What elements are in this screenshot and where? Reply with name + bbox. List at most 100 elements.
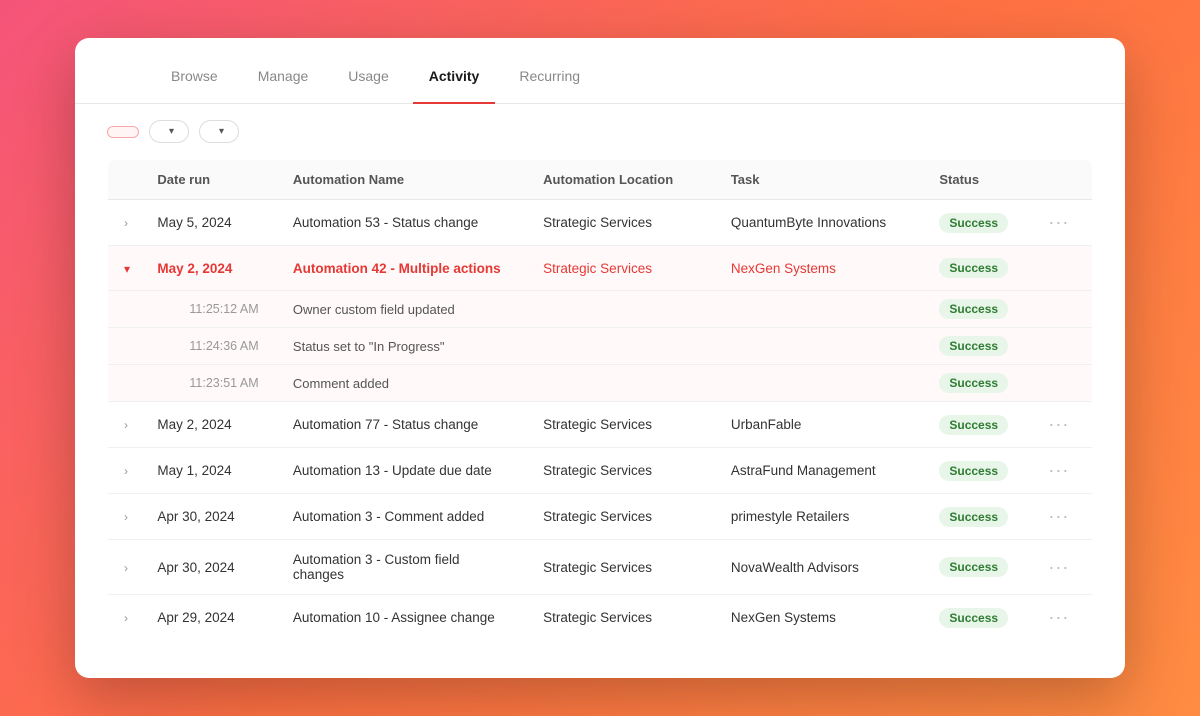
filter-chip-strategic-services[interactable] (107, 126, 139, 138)
status-badge: Success (939, 507, 1008, 527)
expand-icon[interactable]: › (124, 216, 128, 230)
expand-icon[interactable]: › (124, 510, 128, 524)
row-location: Strategic Services (527, 200, 715, 246)
tab-manage[interactable]: Manage (242, 60, 325, 104)
sub-row-empty-task (715, 365, 924, 402)
status-badge: Success (939, 608, 1008, 628)
row-more-actions[interactable]: ··· (1028, 595, 1092, 641)
row-task: primestyle Retailers (715, 494, 924, 540)
row-automation-name: Automation 13 - Update due date (277, 448, 527, 494)
expand-icon[interactable]: › (124, 418, 128, 432)
sub-row: 11:24:36 AMStatus set to "In Progress"Su… (108, 328, 1093, 365)
row-automation-name: Automation 42 - Multiple actions (277, 246, 527, 291)
status-filter-button[interactable]: ▾ (149, 120, 189, 143)
row-automation-name: Automation 3 - Custom field changes (277, 540, 527, 595)
sub-row-time: 11:24:36 AM (141, 328, 277, 365)
sub-row-status: Success (923, 328, 1028, 365)
row-location: Strategic Services (527, 246, 715, 291)
tab-usage[interactable]: Usage (332, 60, 404, 104)
row-more-actions[interactable]: ··· (1028, 494, 1092, 540)
sub-row-empty-loc (527, 365, 715, 402)
sub-row-status: Success (923, 365, 1028, 402)
row-location: Strategic Services (527, 595, 715, 641)
row-status: Success (923, 200, 1028, 246)
more-button[interactable]: ··· (1044, 555, 1073, 579)
row-more-actions[interactable]: ··· (1028, 402, 1092, 448)
status-badge: Success (939, 213, 1008, 233)
col-automation-name: Automation Name (277, 160, 527, 200)
tab-recurring[interactable]: Recurring (503, 60, 596, 104)
more-button[interactable]: ··· (1044, 605, 1073, 629)
row-more-actions[interactable] (1028, 246, 1092, 291)
table-row[interactable]: ›Apr 30, 2024Automation 3 - Custom field… (108, 540, 1093, 595)
automations-table: Date run Automation Name Automation Loca… (107, 159, 1093, 641)
status-badge: Success (939, 373, 1008, 393)
row-task: NexGen Systems (715, 246, 924, 291)
sub-row-spacer (108, 328, 142, 365)
sub-row-empty-more (1028, 365, 1092, 402)
sub-row-empty-loc (527, 291, 715, 328)
sub-row-empty-more (1028, 328, 1092, 365)
row-automation-name: Automation 77 - Status change (277, 402, 527, 448)
row-automation-name: Automation 10 - Assignee change (277, 595, 527, 641)
sub-row-spacer (108, 365, 142, 402)
chevron-down-icon: ▾ (219, 126, 224, 137)
row-date: May 2, 2024 (141, 246, 277, 291)
expand-icon[interactable]: › (124, 561, 128, 575)
col-automation-location: Automation Location (527, 160, 715, 200)
sub-row-spacer (108, 291, 142, 328)
row-automation-name: Automation 3 - Comment added (277, 494, 527, 540)
status-badge: Success (939, 461, 1008, 481)
row-location: Strategic Services (527, 540, 715, 595)
row-status: Success (923, 402, 1028, 448)
row-date: May 1, 2024 (141, 448, 277, 494)
table-row[interactable]: ›May 5, 2024Automation 53 - Status chang… (108, 200, 1093, 246)
row-date: Apr 29, 2024 (141, 595, 277, 641)
sub-row-empty-task (715, 291, 924, 328)
row-date: May 5, 2024 (141, 200, 277, 246)
row-date: Apr 30, 2024 (141, 494, 277, 540)
sub-row-status: Success (923, 291, 1028, 328)
sub-row-time: 11:23:51 AM (141, 365, 277, 402)
status-badge: Success (939, 299, 1008, 319)
more-button[interactable]: ··· (1044, 458, 1073, 482)
table-row[interactable]: › Apr 30, 2024Automation 3 - Comment adde… (108, 494, 1093, 540)
row-task: NovaWealth Advisors (715, 540, 924, 595)
collapse-icon[interactable]: ▾ (124, 262, 130, 276)
app-header: BrowseManageUsageActivityRecurring (75, 38, 1125, 104)
tab-activity[interactable]: Activity (413, 60, 496, 104)
more-button[interactable]: ··· (1044, 210, 1073, 234)
row-status: Success (923, 540, 1028, 595)
table-container: Date run Automation Name Automation Loca… (75, 159, 1125, 678)
expand-icon[interactable]: › (124, 464, 128, 478)
table-row[interactable]: › May 2, 2024Automation 77 - Status chang… (108, 402, 1093, 448)
status-badge: Success (939, 258, 1008, 278)
col-status: Status (923, 160, 1028, 200)
row-date: May 2, 2024 (141, 402, 277, 448)
col-date-run: Date run (141, 160, 277, 200)
table-row[interactable]: › May 1, 2024Automation 13 - Update due d… (108, 448, 1093, 494)
more-button[interactable]: ··· (1044, 412, 1073, 436)
sub-row-time: 11:25:12 AM (141, 291, 277, 328)
table-header: Date run Automation Name Automation Loca… (108, 160, 1093, 200)
col-expand (108, 160, 142, 200)
row-more-actions[interactable]: ··· (1028, 448, 1092, 494)
row-task: NexGen Systems (715, 595, 924, 641)
table-row[interactable]: ▾ May 2, 2024Automation 42 - Multiple act… (108, 246, 1093, 291)
expand-icon[interactable]: › (124, 611, 128, 625)
chevron-down-icon: ▾ (169, 126, 174, 137)
table-row[interactable]: › Apr 29, 2024Automation 10 - Assignee ch… (108, 595, 1093, 641)
row-status: Success (923, 494, 1028, 540)
row-more-actions[interactable]: ··· (1028, 540, 1092, 595)
date-filter-button[interactable]: ▾ (199, 120, 239, 143)
row-task: AstraFund Management (715, 448, 924, 494)
row-task: UrbanFable (715, 402, 924, 448)
col-actions (1028, 160, 1092, 200)
more-button[interactable]: ··· (1044, 504, 1073, 528)
table-body: ›May 5, 2024Automation 53 - Status chang… (108, 200, 1093, 641)
row-more-actions[interactable]: ··· (1028, 200, 1092, 246)
sub-row-action: Owner custom field updated (277, 291, 527, 328)
row-task: QuantumByte Innovations (715, 200, 924, 246)
sub-row-empty-more (1028, 291, 1092, 328)
tab-browse[interactable]: Browse (155, 60, 234, 104)
